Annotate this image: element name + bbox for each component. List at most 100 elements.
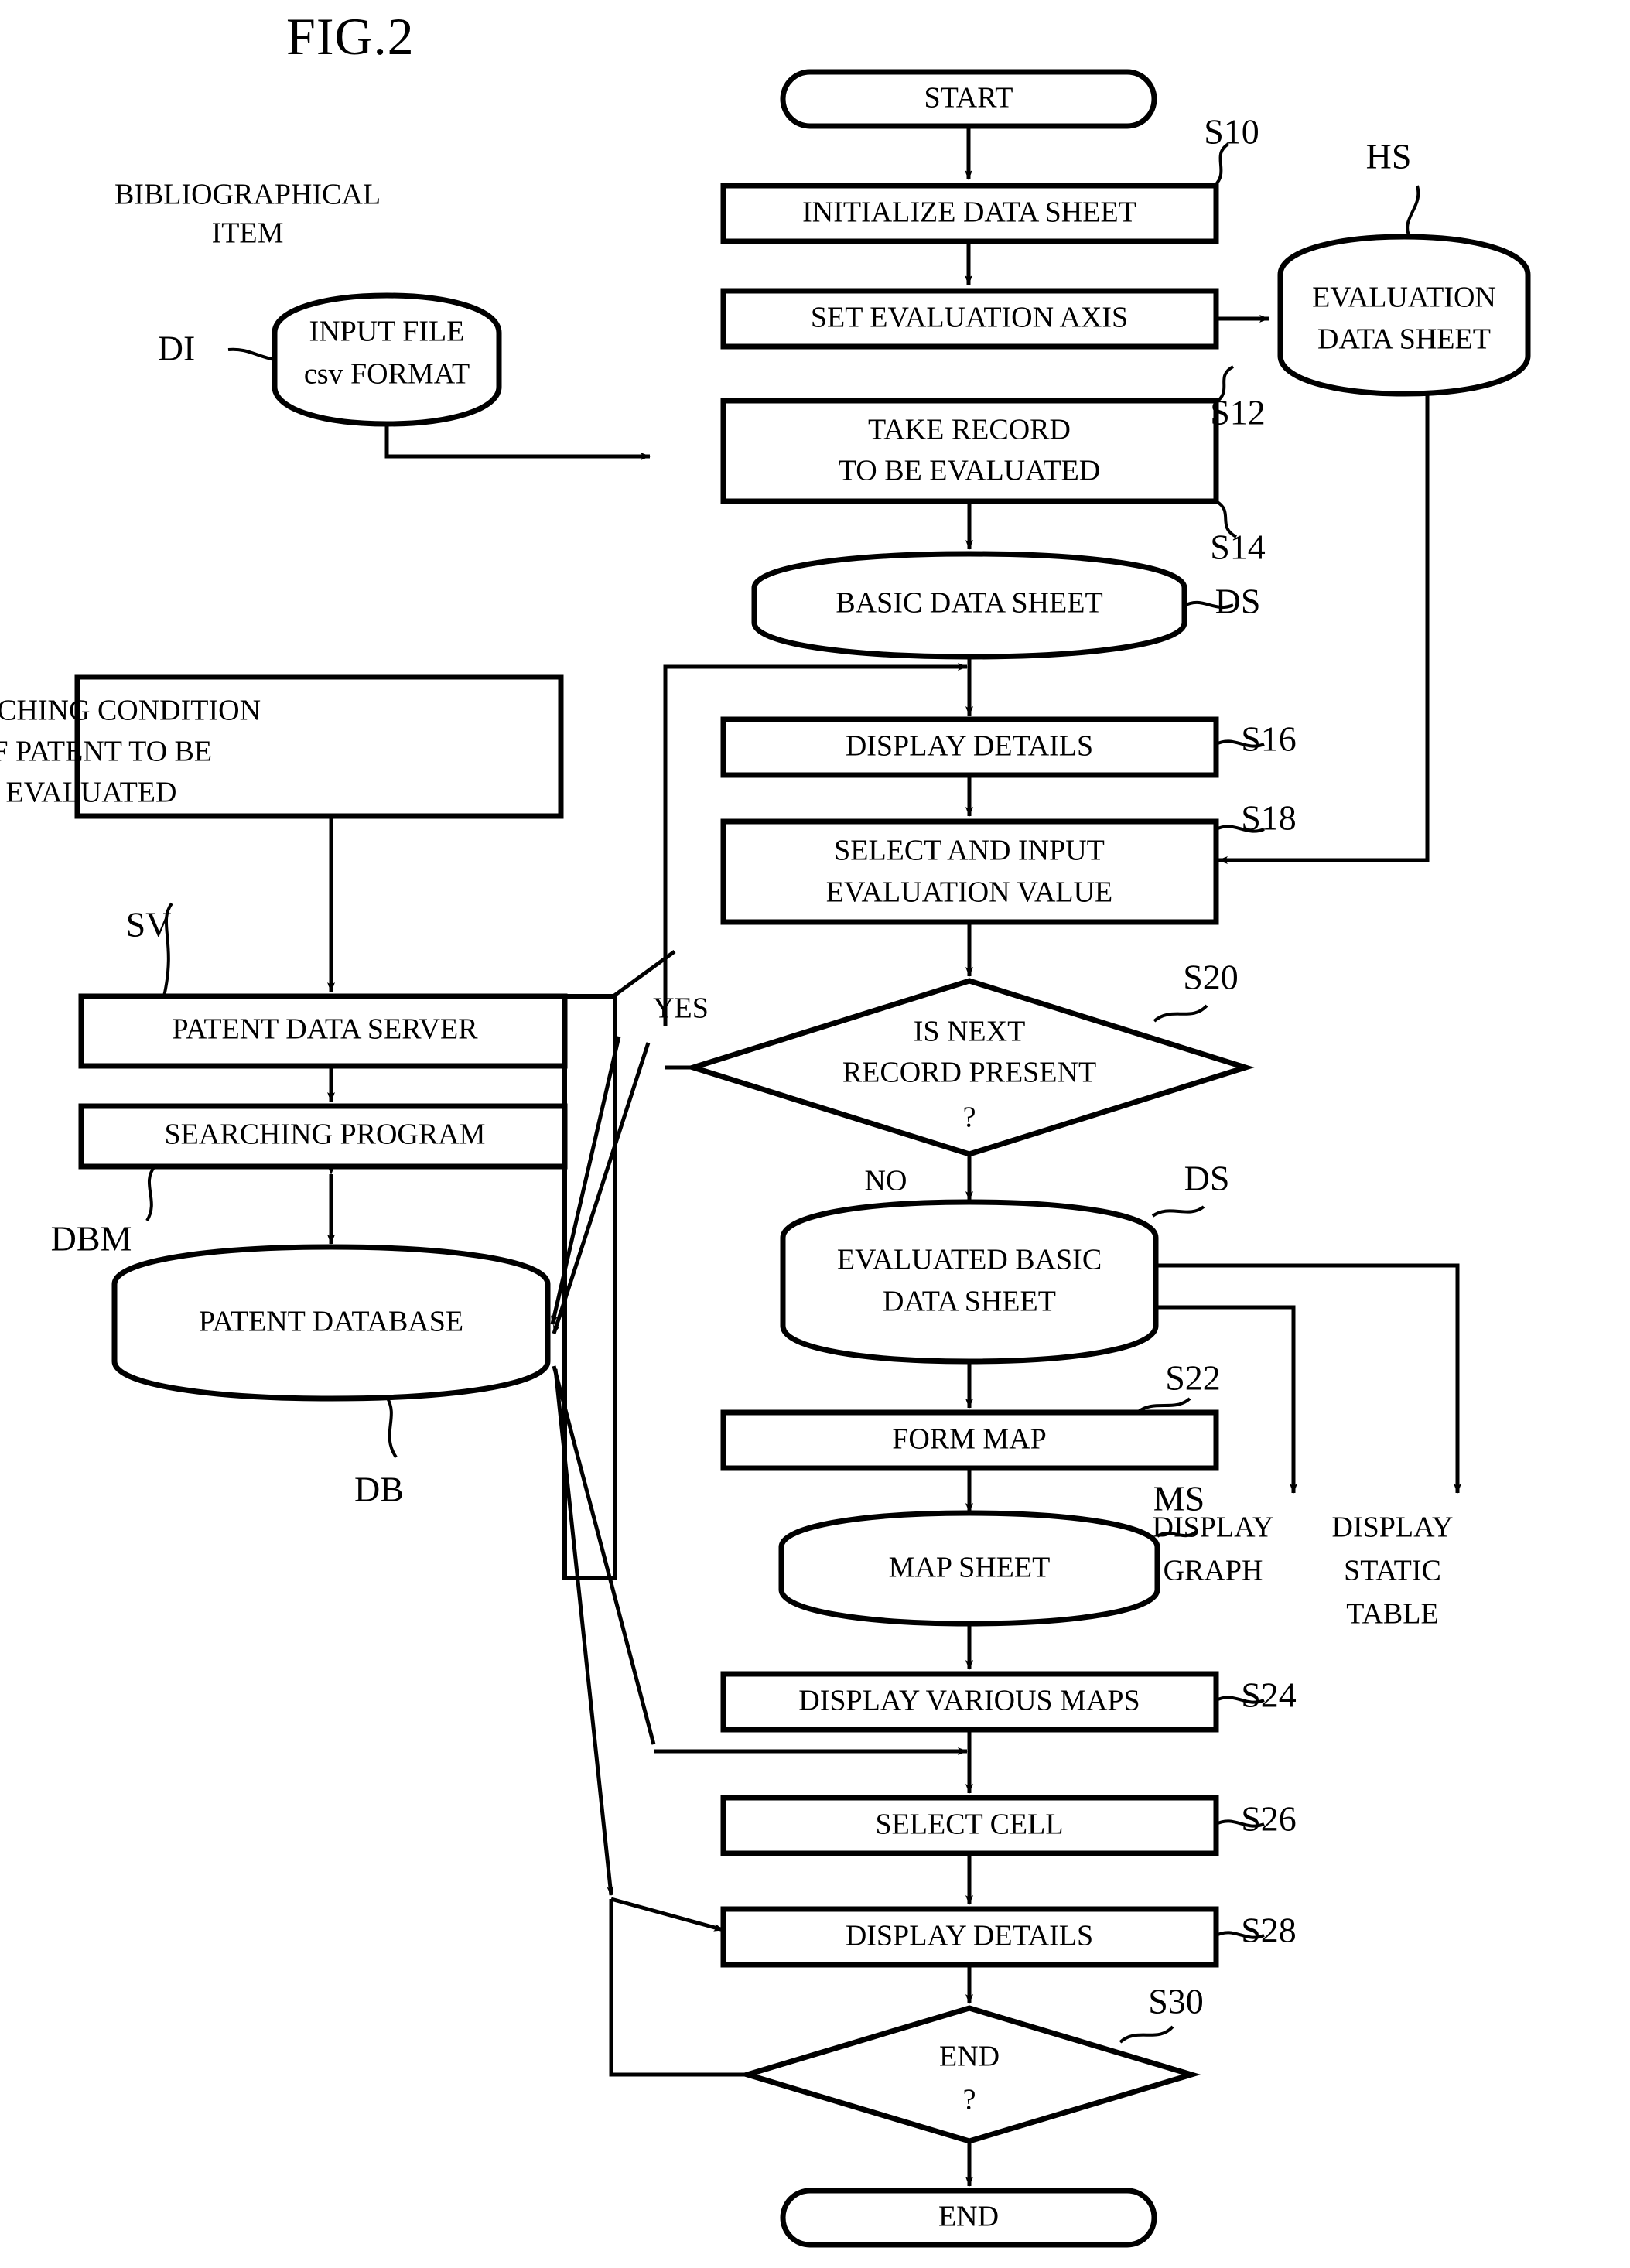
node-evaluation-data-sheet[interactable]: EVALUATION DATA SHEET <box>1277 234 1531 397</box>
s16-label: S16 <box>1241 719 1297 759</box>
is-next-record-line2: RECORD PRESENT <box>842 1057 1096 1089</box>
map-sheet-label: MAP SHEET <box>889 1552 1051 1584</box>
display-static-line1: DISPLAY <box>1332 1511 1454 1544</box>
no-label: NO <box>865 1165 907 1197</box>
set-evaluation-axis-label: SET EVALUATION AXIS <box>811 302 1128 334</box>
s10-label: S10 <box>1204 112 1259 152</box>
patent-database-label: PATENT DATABASE <box>199 1306 463 1338</box>
display-graph-line1: DISPLAY <box>1153 1511 1274 1544</box>
node-basic-data-sheet[interactable]: BASIC DATA SHEET <box>751 551 1187 660</box>
node-map-sheet[interactable]: MAP SHEET <box>778 1510 1160 1627</box>
node-display-details-1[interactable]: DISPLAY DETAILS <box>720 716 1219 778</box>
is-next-record-line1: IS NEXT <box>914 1016 1026 1048</box>
node-display-details-2[interactable]: DISPLAY DETAILS <box>720 1906 1219 1968</box>
searching-condition-line3: EVALUATED <box>6 777 177 809</box>
s20-leader-line <box>1153 1004 1208 1023</box>
display-static-line2: STATIC <box>1344 1555 1441 1587</box>
bibliographical-item-line1: BIBLIOGRAPHICAL <box>114 179 381 211</box>
sv-label: SV <box>126 905 172 944</box>
node-set-evaluation-axis[interactable]: SET EVALUATION AXIS <box>720 288 1219 350</box>
node-display-various-maps[interactable]: DISPLAY VARIOUS MAPS <box>720 1671 1219 1733</box>
db-leader-line <box>385 1395 398 1459</box>
figure-page: FIG.2 BIBLIOGRAPHICAL ITEM INPUT FILE cs… <box>0 0 1630 2268</box>
hs-label: HS <box>1366 137 1412 176</box>
display-various-maps-label: DISPLAY VARIOUS MAPS <box>798 1685 1140 1717</box>
searching-condition-line2: OF PATENT TO BE <box>0 736 212 768</box>
input-file-line2: csv FORMAT <box>304 358 470 391</box>
node-select-input-evaluation-value[interactable]: SELECT AND INPUT EVALUATION VALUE <box>720 818 1219 925</box>
evaluation-data-sheet-line1: EVALUATION <box>1312 282 1496 314</box>
display-details-1-label: DISPLAY DETAILS <box>846 730 1093 763</box>
initialize-data-sheet-label: INITIALIZE DATA SHEET <box>802 196 1136 229</box>
edge-flow-to-database-1 <box>552 1042 651 1334</box>
dbm-label: DBM <box>51 1219 132 1259</box>
display-graph-line2: GRAPH <box>1164 1555 1263 1587</box>
s28-label: S28 <box>1241 1911 1297 1950</box>
evaluated-basic-line2: DATA SHEET <box>883 1286 1056 1318</box>
select-input-line1: SELECT AND INPUT <box>834 835 1105 867</box>
node-form-map[interactable]: FORM MAP <box>720 1409 1219 1471</box>
evaluation-data-sheet-line2: DATA SHEET <box>1317 323 1491 356</box>
node-is-next-record-decision[interactable]: IS NEXT RECORD PRESENT ? <box>684 978 1255 1157</box>
edge-evaldatasheet-selectinput <box>1218 394 1430 864</box>
s30-label: S30 <box>1148 1982 1204 2021</box>
node-searching-program[interactable]: SEARCHING PROGRAM <box>78 1103 568 1170</box>
node-patent-database[interactable]: PATENT DATABASE <box>111 1244 551 1402</box>
edge-inputfile-takerecord <box>384 424 651 460</box>
node-evaluated-basic-data-sheet[interactable]: EVALUATED BASIC DATA SHEET <box>780 1199 1159 1365</box>
s24-label: S24 <box>1241 1675 1297 1715</box>
db-label: DB <box>354 1470 404 1509</box>
display-graph-label: DISPLAY GRAPH <box>1153 1511 1274 1587</box>
end-label: END <box>938 2201 999 2233</box>
node-patent-data-server[interactable]: PATENT DATA SERVER <box>78 993 568 1069</box>
node-take-record[interactable]: TAKE RECORD TO BE EVALUATED <box>720 398 1219 504</box>
node-initialize-data-sheet[interactable]: INITIALIZE DATA SHEET <box>720 183 1219 244</box>
form-map-label: FORM MAP <box>892 1423 1047 1456</box>
s12-label: S12 <box>1210 393 1266 432</box>
take-record-line1: TAKE RECORD <box>868 414 1071 446</box>
di-leader-line <box>227 347 275 361</box>
input-file-line1: INPUT FILE <box>309 316 465 348</box>
select-input-line2: EVALUATION VALUE <box>826 876 1113 909</box>
searching-program-label: SEARCHING PROGRAM <box>165 1119 486 1151</box>
s20-label: S20 <box>1183 958 1239 997</box>
s14-label: S14 <box>1210 528 1266 567</box>
basic-data-sheet-label: BASIC DATA SHEET <box>836 587 1102 620</box>
edge-end-loop-back <box>609 1899 747 2077</box>
edge-database-to-displaydetails2 <box>553 1368 614 1896</box>
yes-label: YES <box>653 992 709 1025</box>
evaluated-basic-line1: EVALUATED BASIC <box>837 1244 1102 1276</box>
display-details-2-label: DISPLAY DETAILS <box>846 1920 1093 1952</box>
edge-loop-into-displaydetails2 <box>610 1897 724 1932</box>
dbm-leader-line <box>145 1165 156 1222</box>
bibliographical-item-label: BIBLIOGRAPHICAL ITEM <box>114 179 381 250</box>
edge-evaluated-display-graph <box>1156 1305 1297 1494</box>
edge-database-to-displaymaps <box>552 1365 656 1745</box>
node-end[interactable]: END <box>780 2188 1157 2248</box>
is-next-record-line3: ? <box>963 1102 976 1134</box>
searching-condition-line1: SEARCHING CONDITION <box>0 695 261 727</box>
display-static-table-label: DISPLAY STATIC TABLE <box>1332 1511 1454 1631</box>
node-start[interactable]: START <box>780 69 1157 129</box>
edge-flow-to-database-2 <box>550 1036 621 1325</box>
node-end-decision[interactable]: END ? <box>737 2005 1201 2144</box>
s18-label: S18 <box>1241 798 1297 838</box>
s30-leader-line <box>1119 2025 1174 2044</box>
node-searching-condition[interactable]: SEARCHING CONDITION OF PATENT TO BE EVAL… <box>0 674 564 819</box>
hs-leader-line <box>1406 185 1420 237</box>
ds-evaluated-leader-line <box>1151 1205 1205 1218</box>
take-record-line2: TO BE EVALUATED <box>839 455 1100 487</box>
node-select-cell[interactable]: SELECT CELL <box>720 1795 1219 1856</box>
bibliographical-item-line2: ITEM <box>212 217 284 250</box>
ds-basic-label: DS <box>1215 582 1261 621</box>
s22-label: S22 <box>1165 1358 1221 1398</box>
s26-label: S26 <box>1241 1799 1297 1839</box>
di-label: DI <box>158 329 196 368</box>
patent-data-server-label: PATENT DATA SERVER <box>172 1013 478 1046</box>
node-input-file[interactable]: INPUT FILE csv FORMAT <box>272 292 502 427</box>
start-label: START <box>924 82 1013 114</box>
end-decision-line1: END <box>939 2041 1000 2073</box>
ds-evaluated-label: DS <box>1184 1159 1230 1198</box>
flowchart-canvas: BIBLIOGRAPHICAL ITEM INPUT FILE csv FORM… <box>0 69 1531 2248</box>
end-decision-line2: ? <box>963 2084 976 2116</box>
